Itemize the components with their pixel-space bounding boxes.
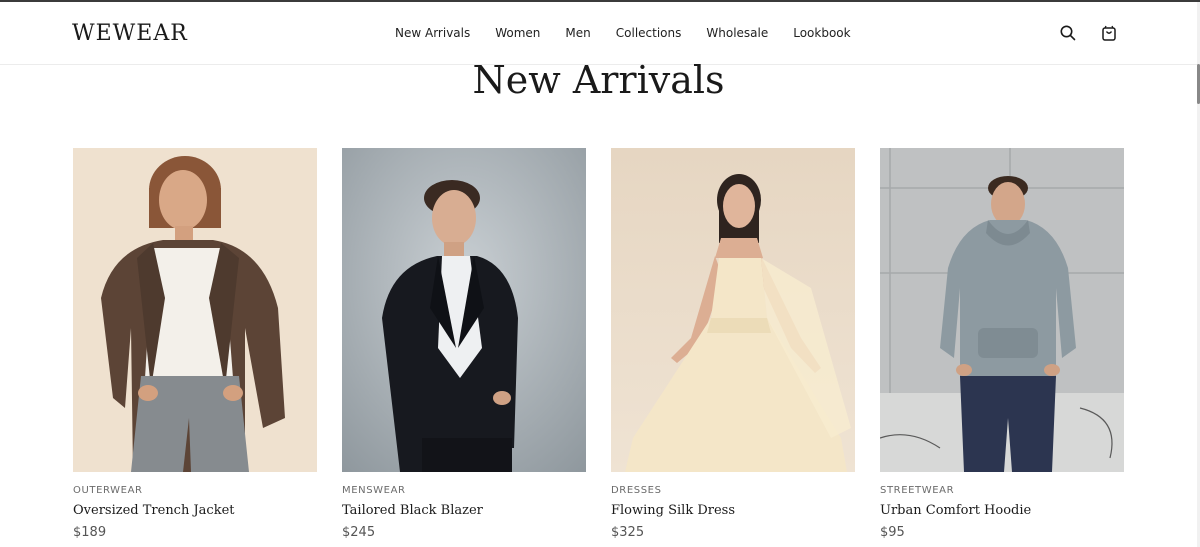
- nav-item-wholesale[interactable]: Wholesale: [706, 26, 768, 40]
- product-card[interactable]: MENSWEAR Tailored Black Blazer $245: [342, 148, 586, 540]
- nav-item-new-arrivals[interactable]: New Arrivals: [395, 26, 470, 40]
- search-icon: [1060, 25, 1076, 41]
- product-card[interactable]: DRESSES Flowing Silk Dress $325: [611, 148, 855, 540]
- shopping-bag-icon: [1102, 25, 1116, 41]
- product-price: $189: [73, 525, 107, 540]
- cart-button[interactable]: [1100, 24, 1118, 42]
- product-card[interactable]: STREETWEAR Urban Comfort Hoodie $95: [880, 148, 1124, 540]
- brand-logo[interactable]: WEWEAR: [72, 21, 188, 46]
- nav-item-women[interactable]: Women: [495, 26, 540, 40]
- nav-item-men[interactable]: Men: [565, 26, 590, 40]
- product-price: $95: [880, 525, 905, 540]
- product-category: STREETWEAR: [880, 485, 955, 496]
- nav-item-lookbook[interactable]: Lookbook: [793, 26, 850, 40]
- product-name[interactable]: Oversized Trench Jacket: [73, 503, 317, 518]
- product-price: $325: [611, 525, 645, 540]
- product-grid: OUTERWEAR Oversized Trench Jacket $189 M…: [73, 148, 1124, 540]
- product-image[interactable]: [342, 148, 586, 472]
- product-category: MENSWEAR: [342, 485, 406, 496]
- section-title: New Arrivals: [472, 58, 725, 102]
- site-header: WEWEAR New Arrivals Women Men Collection…: [0, 2, 1197, 65]
- product-card[interactable]: OUTERWEAR Oversized Trench Jacket $189: [73, 148, 317, 540]
- product-image[interactable]: [880, 148, 1124, 472]
- main-nav: New Arrivals Women Men Collections Whole…: [395, 26, 876, 40]
- search-button[interactable]: [1059, 24, 1077, 42]
- product-image[interactable]: [73, 148, 317, 472]
- product-category: OUTERWEAR: [73, 485, 143, 496]
- product-image[interactable]: [611, 148, 855, 472]
- nav-item-collections[interactable]: Collections: [616, 26, 682, 40]
- product-category: DRESSES: [611, 485, 662, 496]
- product-name[interactable]: Flowing Silk Dress: [611, 503, 855, 518]
- product-name[interactable]: Urban Comfort Hoodie: [880, 503, 1124, 518]
- product-price: $245: [342, 525, 376, 540]
- product-name[interactable]: Tailored Black Blazer: [342, 503, 586, 518]
